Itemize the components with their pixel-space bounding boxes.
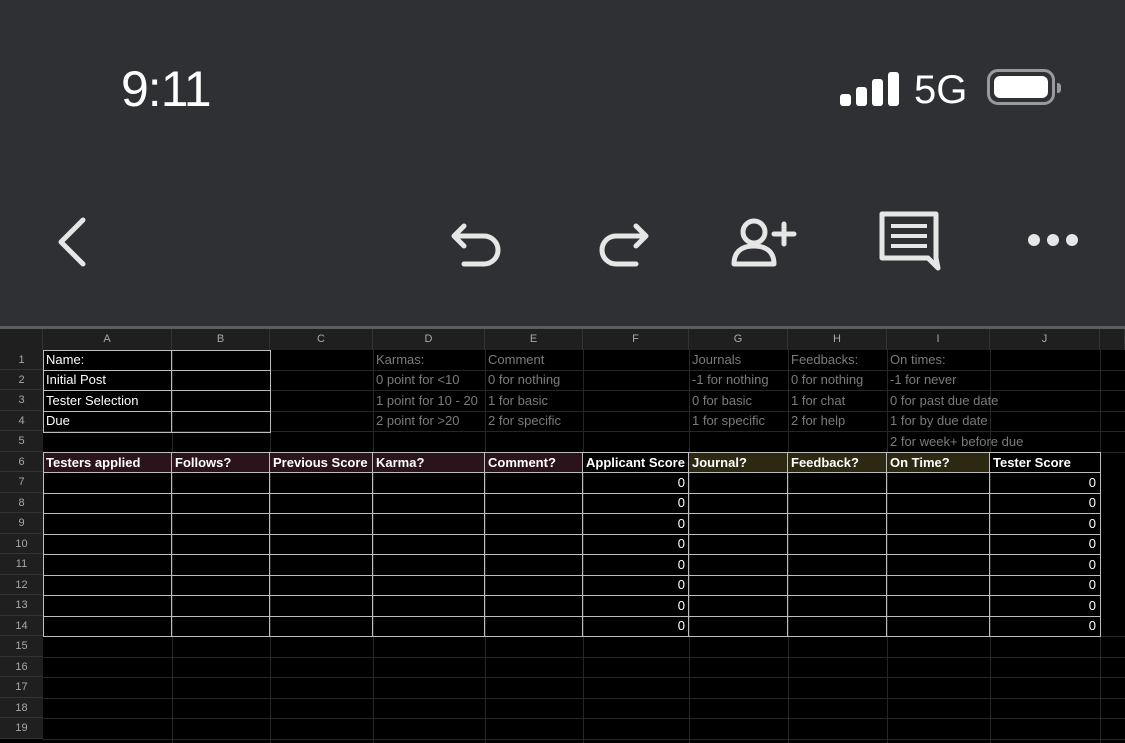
undo-icon[interactable] (450, 216, 506, 268)
row-header[interactable]: 17 (0, 677, 43, 698)
cell-g1[interactable]: Journals (689, 350, 744, 370)
row-header[interactable]: 2 (0, 370, 43, 390)
cell-f7[interactable]: 0 (583, 473, 689, 493)
column-header-extra (1100, 329, 1125, 350)
cell-j6[interactable]: Tester Score (990, 453, 1100, 473)
cell-j10[interactable]: 0 (990, 534, 1100, 554)
cell-e3[interactable]: 1 for basic (485, 391, 551, 411)
battery-icon (987, 69, 1061, 105)
cell-j7[interactable]: 0 (990, 473, 1100, 493)
row-header[interactable]: 16 (0, 657, 43, 677)
row-header[interactable]: 3 (0, 390, 43, 411)
row-header[interactable]: 18 (0, 698, 43, 718)
cell-e2[interactable]: 0 for nothing (485, 370, 563, 390)
spreadsheet-grid[interactable]: A B C D E F G H I J 1 2 3 4 5 6 7 8 9 10… (0, 329, 1125, 743)
back-icon[interactable] (52, 216, 92, 268)
redo-icon[interactable] (594, 216, 650, 268)
cell-f10[interactable]: 0 (583, 534, 689, 554)
cell-f12[interactable]: 0 (583, 575, 689, 595)
cell-g4[interactable]: 1 for specific (689, 411, 768, 431)
cell-g6[interactable]: Journal? (689, 453, 788, 473)
network-type: 5G (914, 68, 968, 112)
row-header[interactable]: 5 (0, 431, 43, 452)
cell-h4[interactable]: 2 for help (788, 411, 848, 431)
cell-i1[interactable]: On times: (887, 350, 949, 370)
comment-icon[interactable] (876, 208, 942, 272)
cell-f13[interactable]: 0 (583, 596, 689, 616)
cell-j11[interactable]: 0 (990, 555, 1100, 575)
toolbar (0, 180, 1125, 326)
row-header[interactable]: 11 (0, 554, 43, 575)
cell-d4[interactable]: 2 point for >20 (373, 411, 462, 431)
cell-a1[interactable]: Name: (43, 350, 172, 370)
cell-j13[interactable]: 0 (990, 596, 1100, 616)
share-icon[interactable] (730, 216, 802, 268)
row-header[interactable]: 15 (0, 636, 43, 657)
row-header[interactable]: 4 (0, 411, 43, 431)
clock: 9:11 (121, 61, 212, 117)
cell-g3[interactable]: 0 for basic (689, 391, 755, 411)
column-header-b[interactable]: B (172, 329, 270, 350)
cell-e1[interactable]: Comment (485, 350, 547, 370)
column-header-a[interactable]: A (43, 329, 172, 350)
column-header-i[interactable]: I (887, 329, 990, 350)
column-header-e[interactable]: E (485, 329, 583, 350)
row-header[interactable]: 19 (0, 718, 43, 739)
cell-h1[interactable]: Feedbacks: (788, 350, 861, 370)
status-bar: 9:11 5G (0, 0, 1125, 180)
select-all-corner[interactable] (0, 329, 43, 350)
cell-i2[interactable]: -1 for never (887, 370, 959, 390)
row-header[interactable]: 12 (0, 575, 43, 595)
column-header-d[interactable]: D (373, 329, 485, 350)
row-header[interactable]: 6 (0, 452, 43, 472)
cell-g2[interactable]: -1 for nothing (689, 370, 772, 390)
row-header[interactable]: 1 (0, 350, 43, 370)
cell-a3[interactable]: Tester Selection (43, 391, 172, 411)
cell-f11[interactable]: 0 (583, 555, 689, 575)
column-header-j[interactable]: J (990, 329, 1100, 350)
cell-f9[interactable]: 0 (583, 514, 689, 534)
cell-h3[interactable]: 1 for chat (788, 391, 848, 411)
cell-f6[interactable]: Applicant Score (583, 453, 689, 473)
cell-a4[interactable]: Due (43, 411, 172, 431)
cell-i4[interactable]: 1 for by due date (887, 411, 991, 431)
cell-d2[interactable]: 0 point for <10 (373, 370, 462, 390)
column-header-g[interactable]: G (689, 329, 788, 350)
row-header[interactable]: 9 (0, 513, 43, 534)
signal-icon (840, 72, 900, 106)
cell-e6[interactable]: Comment? (485, 453, 583, 473)
row-header[interactable]: 10 (0, 534, 43, 554)
cell-f14[interactable]: 0 (583, 616, 689, 636)
column-header-h[interactable]: H (788, 329, 887, 350)
column-header-c[interactable]: C (270, 329, 373, 350)
column-header-f[interactable]: F (583, 329, 689, 350)
row-header[interactable]: 8 (0, 493, 43, 513)
cell-j14[interactable]: 0 (990, 616, 1100, 636)
more-icon[interactable] (1026, 230, 1082, 250)
cell-d1[interactable]: Karmas: (373, 350, 427, 370)
row-header[interactable]: 14 (0, 616, 43, 636)
cell-j8[interactable]: 0 (990, 493, 1100, 513)
cell-b6[interactable]: Follows? (172, 453, 270, 473)
cell-i6[interactable]: On Time? (887, 453, 990, 473)
cell-i3[interactable]: 0 for past due date (887, 391, 1001, 411)
cell-d3[interactable]: 1 point for 10 - 20 (373, 391, 481, 411)
cell-j12[interactable]: 0 (990, 575, 1100, 595)
cell-h2[interactable]: 0 for nothing (788, 370, 866, 390)
cell-i5[interactable]: 2 for week+ before due (887, 432, 1026, 452)
cell-d6[interactable]: Karma? (373, 453, 485, 473)
cell-e4[interactable]: 2 for specific (485, 411, 564, 431)
cell-f8[interactable]: 0 (583, 493, 689, 513)
cell-j9[interactable]: 0 (990, 514, 1100, 534)
cell-h6[interactable]: Feedback? (788, 453, 887, 473)
cell-a6[interactable]: Testers applied (43, 453, 172, 473)
row-header[interactable]: 7 (0, 472, 43, 493)
cell-c6[interactable]: Previous Score (270, 453, 373, 473)
row-header[interactable]: 13 (0, 595, 43, 616)
cell-a2[interactable]: Initial Post (43, 370, 172, 390)
